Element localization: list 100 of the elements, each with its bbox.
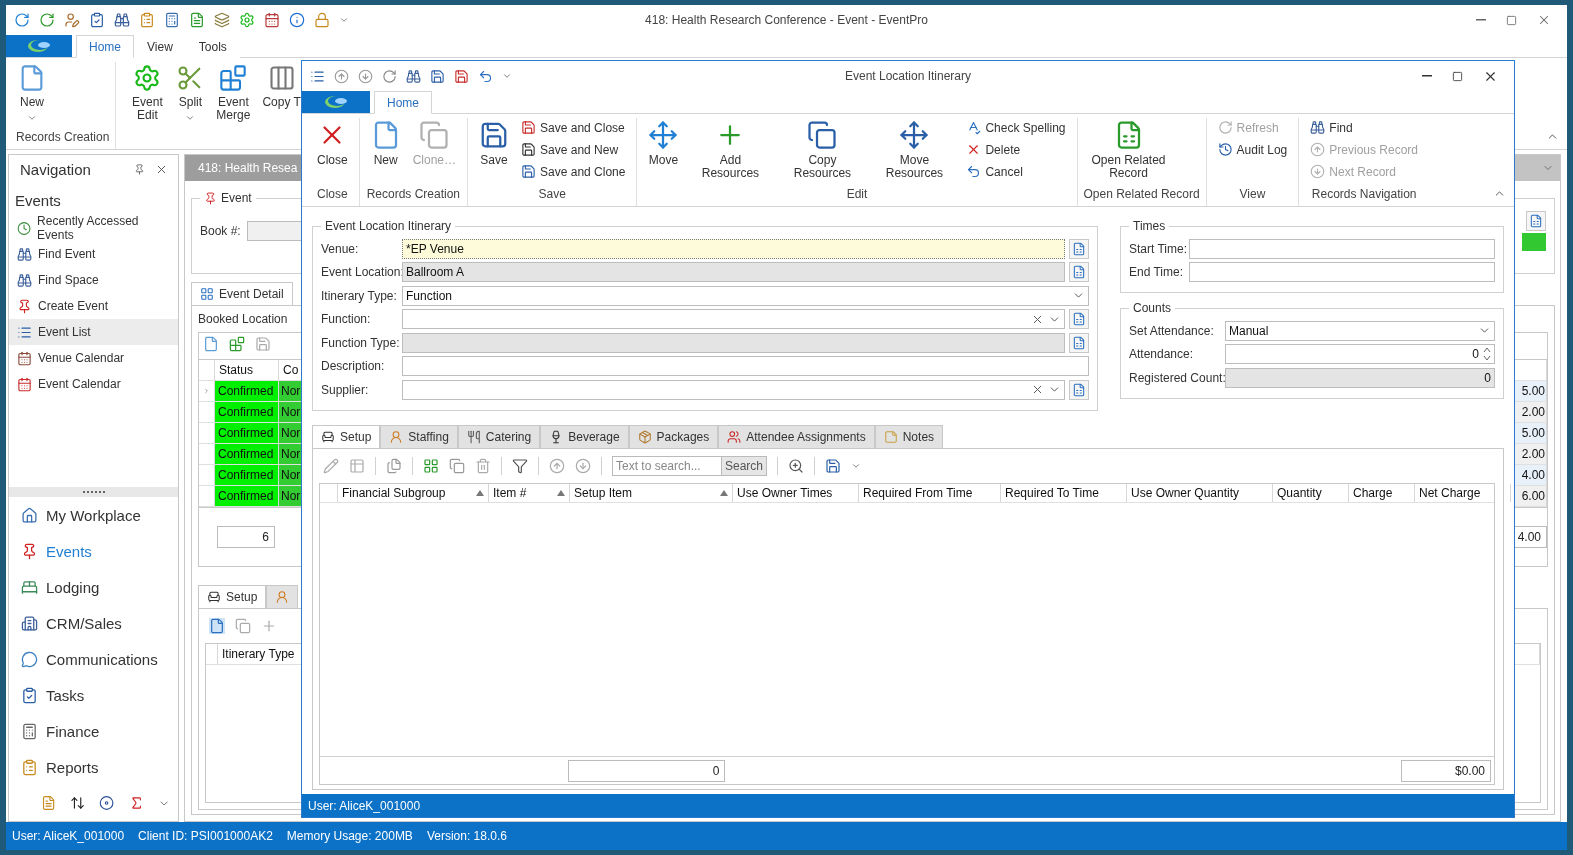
column-header[interactable]: Item #: [489, 483, 570, 502]
column-header[interactable]: Use Owner Quantity: [1127, 483, 1273, 502]
lookup-button[interactable]: [1069, 332, 1089, 353]
module-item[interactable]: Lodging: [9, 569, 178, 605]
module-item[interactable]: Events: [9, 533, 178, 569]
ribbon-button[interactable]: Save and Close: [519, 118, 628, 137]
filter-icon: [512, 457, 528, 474]
lookup-button[interactable]: [1069, 238, 1089, 259]
ribbon-button[interactable]: Cancel: [964, 162, 1068, 181]
ribbon-button[interactable]: Move Resources: [869, 118, 960, 182]
input-field[interactable]: 0: [1225, 344, 1495, 365]
column-header[interactable]: Required To Time: [1001, 483, 1127, 502]
field-label: Venue:: [321, 241, 360, 256]
ribbon-button[interactable]: Copy T: [260, 62, 303, 111]
ribbon-button[interactable]: Add Resources: [685, 118, 776, 182]
tab[interactable]: Beverage: [540, 424, 629, 449]
column-header[interactable]: Use Owner Times: [733, 483, 859, 502]
app-menu-button[interactable]: [6, 35, 72, 57]
tab[interactable]: Catering: [457, 424, 541, 449]
ribbon-button[interactable]: Split: [174, 62, 207, 125]
column-header[interactable]: Setup Item: [570, 483, 733, 502]
documents-icon: [386, 457, 402, 474]
search-button[interactable]: Search: [722, 455, 768, 476]
ribbon-button[interactable]: Find: [1308, 118, 1420, 137]
document-icon: [41, 795, 57, 811]
search-icon: [788, 457, 805, 474]
ribbon-button[interactable]: Event Edit: [122, 62, 173, 124]
input-field[interactable]: Manual: [1225, 320, 1495, 341]
tab[interactable]: Packages: [628, 424, 719, 449]
input-field[interactable]: [402, 356, 1089, 377]
tab[interactable]: Staffing: [380, 424, 458, 449]
ribbon-tab[interactable]: Home: [76, 35, 134, 58]
input-field[interactable]: [1189, 238, 1495, 259]
column-header[interactable]: Charge: [1349, 483, 1415, 502]
tab[interactable]: [266, 585, 299, 609]
refresh-icon: [14, 12, 30, 28]
pencil-icon: [323, 457, 339, 474]
input-field[interactable]: Function: [402, 285, 1089, 306]
ribbon-button[interactable]: Open Related Record: [1083, 118, 1174, 182]
lookup-button[interactable]: [1069, 379, 1089, 400]
module-item[interactable]: Communications: [9, 641, 178, 677]
columns-icon: [267, 64, 296, 92]
lookup-button[interactable]: [1526, 211, 1546, 231]
ribbon-button[interactable]: New: [365, 118, 406, 169]
ribbon-tab[interactable]: Home: [374, 91, 432, 114]
tab[interactable]: Attendee Assignments: [718, 424, 875, 449]
input-field[interactable]: [402, 309, 1065, 330]
lookup-button[interactable]: [1069, 262, 1089, 283]
group-title: Counts: [1132, 301, 1173, 315]
tab[interactable]: Setup: [312, 424, 381, 449]
module-item[interactable]: My Workplace: [9, 497, 178, 533]
ribbon-button[interactable]: Event Merge: [208, 62, 259, 124]
input-field[interactable]: *EP Venue: [402, 238, 1065, 259]
module-item[interactable]: Reports: [9, 749, 178, 785]
ribbon-button[interactable]: New: [16, 62, 48, 125]
column-header[interactable]: Net Charge: [1415, 483, 1511, 502]
input-field[interactable]: [1189, 262, 1495, 283]
group-label: Edit: [845, 186, 869, 203]
module-item[interactable]: CRM/Sales: [9, 605, 178, 641]
grid-icon: [349, 457, 365, 474]
caret-icon: [185, 113, 196, 123]
calendar-icon: [17, 350, 32, 366]
input-field[interactable]: 0: [1225, 367, 1495, 388]
ribbon-button[interactable]: Audit Log: [1215, 140, 1290, 159]
clock-icon: [17, 220, 32, 236]
column-header[interactable]: Status: [215, 360, 279, 380]
ribbon-button[interactable]: Copy Resources: [777, 118, 868, 182]
group-title: Event: [221, 191, 252, 205]
ribbon-button[interactable]: Close: [312, 118, 353, 169]
module-item[interactable]: Finance: [9, 713, 178, 749]
tab[interactable]: Setup: [198, 585, 267, 609]
lookup-button[interactable]: [1069, 309, 1089, 330]
ribbon-button[interactable]: Save and Clone: [519, 162, 628, 181]
input-field[interactable]: [402, 379, 1065, 400]
ribbon-button[interactable]: Check Spelling: [964, 118, 1068, 137]
package-icon: [637, 429, 652, 444]
pin-icon: [21, 542, 38, 560]
input-field[interactable]: [402, 332, 1065, 353]
ribbon-button[interactable]: Save and New: [519, 140, 628, 159]
ribbon-button[interactable]: Move: [643, 118, 684, 169]
close-button[interactable]: [155, 163, 168, 176]
input-field[interactable]: Ballroom A: [402, 262, 1065, 283]
row-indicator-icon: [203, 386, 210, 396]
column-header[interactable]: Financial Subgroup: [338, 483, 489, 502]
module-item[interactable]: Tasks: [9, 677, 178, 713]
column-header[interactable]: Quantity: [1273, 483, 1349, 502]
tab[interactable]: Event Detail: [191, 282, 293, 306]
caret-icon: [502, 71, 512, 81]
column-header[interactable]: Required From Time: [859, 483, 1001, 502]
tab[interactable]: Notes: [874, 424, 944, 449]
document-icon: [209, 618, 225, 634]
nav-item[interactable]: Event List: [9, 319, 178, 345]
group-title: Event Location Itinerary: [324, 219, 453, 233]
search-field[interactable]: Text to search...: [612, 455, 722, 476]
ribbon-button[interactable]: Save: [474, 118, 515, 169]
app-menu-button[interactable]: [302, 91, 370, 113]
pin-button[interactable]: [134, 164, 145, 175]
total-cell: 0: [568, 759, 726, 782]
status-text: Memory Usage: 200MB: [286, 829, 413, 843]
ribbon-button[interactable]: Delete: [964, 140, 1068, 159]
